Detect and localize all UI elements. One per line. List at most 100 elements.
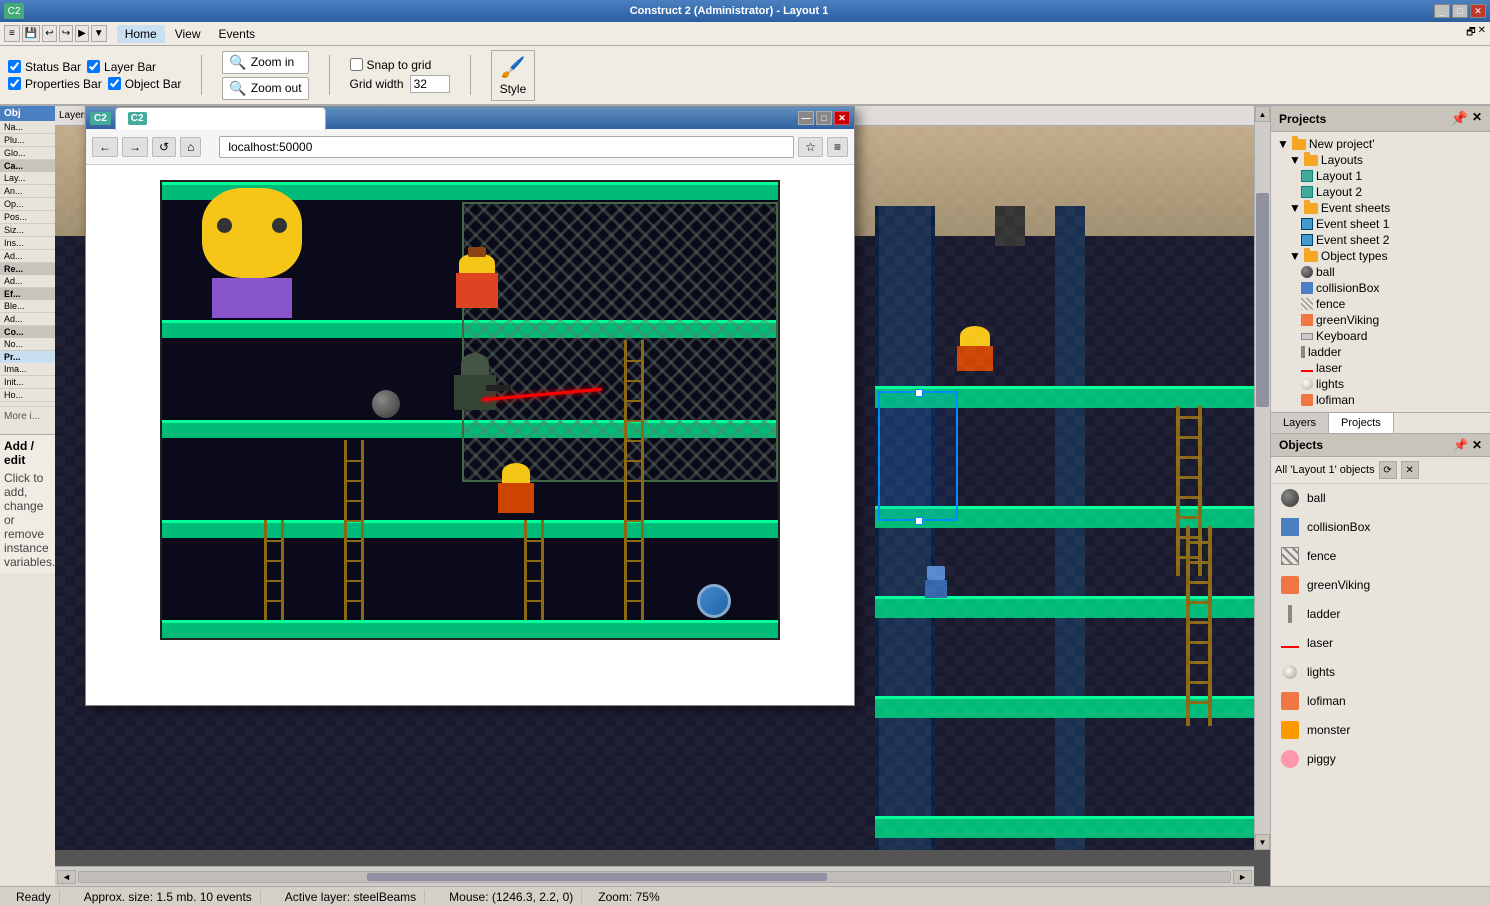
file-menu-btn[interactable]: ≡ [4,25,20,42]
status-layer: Active layer: steelBeams [277,890,425,904]
menu-home[interactable]: Home [117,25,165,43]
obj-collisionbox[interactable]: collisionBox [1271,513,1490,542]
root-folder-icon: ▼ [1277,137,1289,151]
tree-ladder[interactable]: ladder [1299,344,1486,360]
run-options-btn[interactable]: ▼ [91,25,107,42]
maximize-btn[interactable]: □ [1452,4,1468,18]
tree-lights[interactable]: lights [1299,376,1486,392]
tree-layouts-folder[interactable]: ▼ Layouts [1287,152,1486,168]
zoom-in-btn[interactable]: 🔍 Zoom in [222,51,308,74]
big-char-head [202,188,302,278]
menu-events[interactable]: Events [211,25,264,43]
browser-close-btn[interactable]: ✕ [834,111,850,125]
back-btn[interactable]: ← [92,137,118,157]
selection-handle-bottom[interactable] [915,517,923,525]
prop-global: Glo... [0,147,55,160]
selection-box[interactable] [878,391,958,521]
toolbar-divider-2 [329,55,330,95]
tree-collisionbox[interactable]: collisionBox [1299,280,1486,296]
status-bar-check[interactable]: Status Bar [8,60,81,74]
layouts-folder-icon [1304,155,1318,166]
close-btn[interactable]: ✕ [1470,4,1486,18]
tree-event2[interactable]: Event sheet 2 [1299,232,1486,248]
tree-lofiman[interactable]: lofiman [1299,392,1486,408]
prop-section-pr: Pr... [0,351,55,363]
obj-ladder[interactable]: ladder [1271,600,1490,629]
refresh-btn[interactable]: ↺ [152,137,176,157]
browser-max-btn[interactable]: □ [816,111,832,125]
obj-greenviking[interactable]: greenViking [1271,571,1490,600]
obj-fence[interactable]: fence [1271,542,1490,571]
redo-btn[interactable]: ↪ [59,25,73,42]
tree-layout2[interactable]: Layout 2 [1299,184,1486,200]
tree-greenviking[interactable]: greenViking [1299,312,1486,328]
browser-tab[interactable]: C2 New project (Construct 2) ✕ [115,107,326,130]
properties-bar-check[interactable]: Properties Bar [8,77,102,91]
lights-thumb-icon [1279,661,1301,683]
vscroll-thumb[interactable] [1256,193,1269,407]
style-btn[interactable]: 🖌️ Style [491,50,536,101]
tab-close-icon[interactable]: ✕ [305,113,313,124]
run-btn[interactable]: ▶ [75,25,89,42]
props-object-row: Properties Bar Object Bar [8,77,181,91]
tree-root[interactable]: ▼ New project' [1275,136,1486,152]
obj-ball-label: ball [1307,491,1326,505]
home-btn[interactable]: ⌂ [180,137,201,157]
prop-no: No... [0,338,55,351]
tree-objecttypes-folder[interactable]: ▼ Object types [1287,248,1486,264]
hscroll-left-btn[interactable]: ◄ [57,870,76,884]
vscroll-down-btn[interactable]: ▼ [1255,834,1270,850]
object-bar-check[interactable]: Object Bar [108,77,182,91]
grid-width-input[interactable] [410,75,450,93]
viking-body [957,346,993,371]
selection-handle-top[interactable] [915,389,923,397]
laser-label: laser [1316,361,1342,375]
add-obj-btn[interactable]: ✕ [1401,461,1419,479]
pin-icon[interactable]: 📌 [1451,110,1468,127]
tree-fence[interactable]: fence [1299,296,1486,312]
tab-projects[interactable]: Projects [1329,413,1394,433]
filter-btn[interactable]: ⟳ [1379,461,1397,479]
minimize-btn[interactable]: _ [1434,4,1450,18]
layer-bar-check[interactable]: Layer Bar [87,60,156,74]
objecttypes-label: Object types [1321,249,1388,263]
objects-close-icon[interactable]: ✕ [1472,438,1482,452]
canvas-viewport[interactable]: C2 C2 New project (Construct 2) ✕ — □ ✕ … [55,106,1254,850]
obj-laser[interactable]: laser [1271,629,1490,658]
undo-btn[interactable]: ↩ [42,25,56,42]
restore-btn[interactable]: 🗗 [1466,25,1475,42]
tree-ball[interactable]: ball [1299,264,1486,280]
tab-layers[interactable]: Layers [1271,413,1329,433]
vscroll-up-btn[interactable]: ▲ [1255,106,1270,122]
lofiman-body [498,483,534,513]
vertical-scrollbar[interactable]: ▲ ▼ [1254,106,1270,850]
save-btn[interactable]: 💾 [22,25,40,42]
close-main-btn[interactable]: ✕ [1478,25,1486,42]
hscroll-right-btn[interactable]: ► [1233,870,1252,884]
prop-section-ef: Ef... [0,288,55,300]
snap-to-grid-check[interactable]: Snap to grid [350,58,432,72]
tree-laser[interactable]: laser [1299,360,1486,376]
obj-piggy[interactable]: piggy [1271,745,1490,771]
menu-view[interactable]: View [167,25,209,43]
close-projects-icon[interactable]: ✕ [1472,110,1482,127]
browser-min-btn[interactable]: — [798,111,814,125]
obj-ball[interactable]: ball [1271,484,1490,513]
obj-lofiman[interactable]: lofiman [1271,687,1490,716]
project-folder-icon [1292,139,1306,150]
obj-monster[interactable]: monster [1271,716,1490,745]
objects-pin-icon[interactable]: 📌 [1453,438,1468,452]
tree-eventsheets-folder[interactable]: ▼ Event sheets [1287,200,1486,216]
address-bar[interactable] [219,136,794,158]
hscroll-thumb[interactable] [367,873,827,881]
zoom-out-btn[interactable]: 🔍 Zoom out [222,77,308,100]
tree-keyboard[interactable]: Keyboard [1299,328,1486,344]
bookmark-btn[interactable]: ☆ [798,137,823,157]
obj-lights[interactable]: lights [1271,658,1490,687]
quick-access[interactable]: ≡ 💾 ↩ ↪ ▶ ▼ [4,25,107,42]
tree-event1[interactable]: Event sheet 1 [1299,216,1486,232]
fence-label: fence [1316,297,1345,311]
menu-btn[interactable]: ≡ [827,137,848,157]
forward-btn[interactable]: → [122,137,148,157]
tree-layout1[interactable]: Layout 1 [1299,168,1486,184]
